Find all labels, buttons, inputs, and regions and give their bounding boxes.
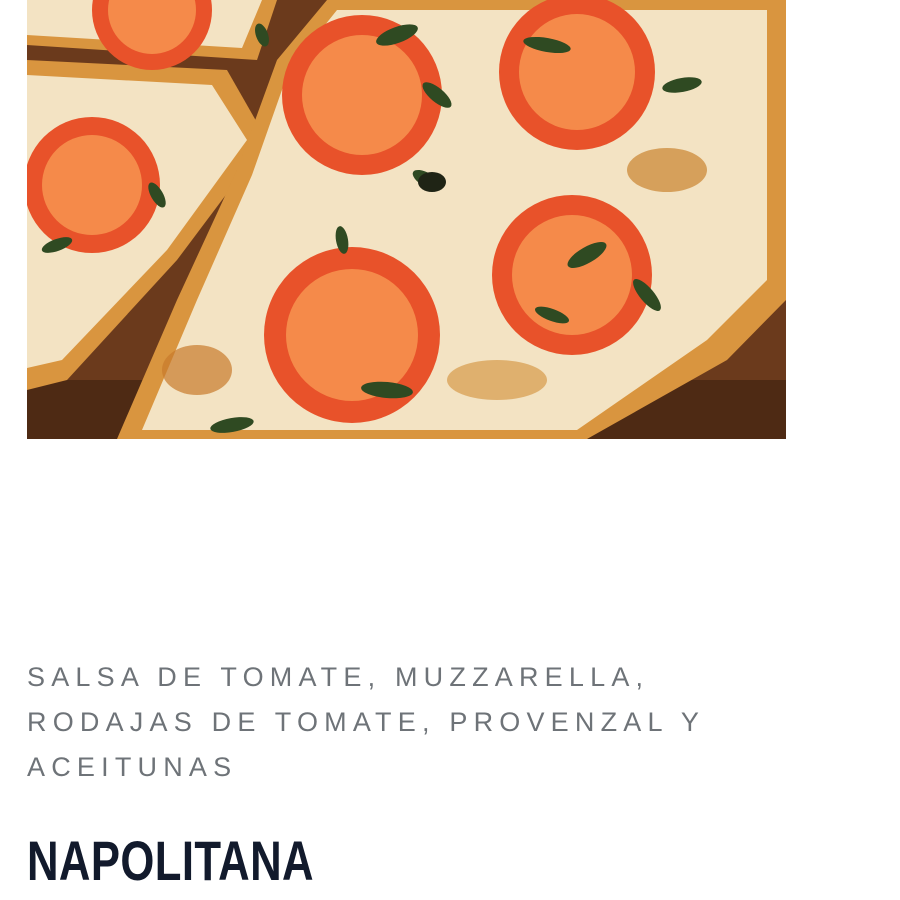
product-name: NAPOLITANA: [27, 829, 314, 892]
pizza-image: [27, 0, 786, 439]
ingredients-description: SALSA DE TOMATE, MUZZARELLA, RODAJAS DE …: [27, 662, 705, 782]
pizza-photo[interactable]: [27, 0, 786, 439]
product-card[interactable]: SALSA DE TOMATE, MUZZARELLA, RODAJAS DE …: [0, 0, 900, 900]
